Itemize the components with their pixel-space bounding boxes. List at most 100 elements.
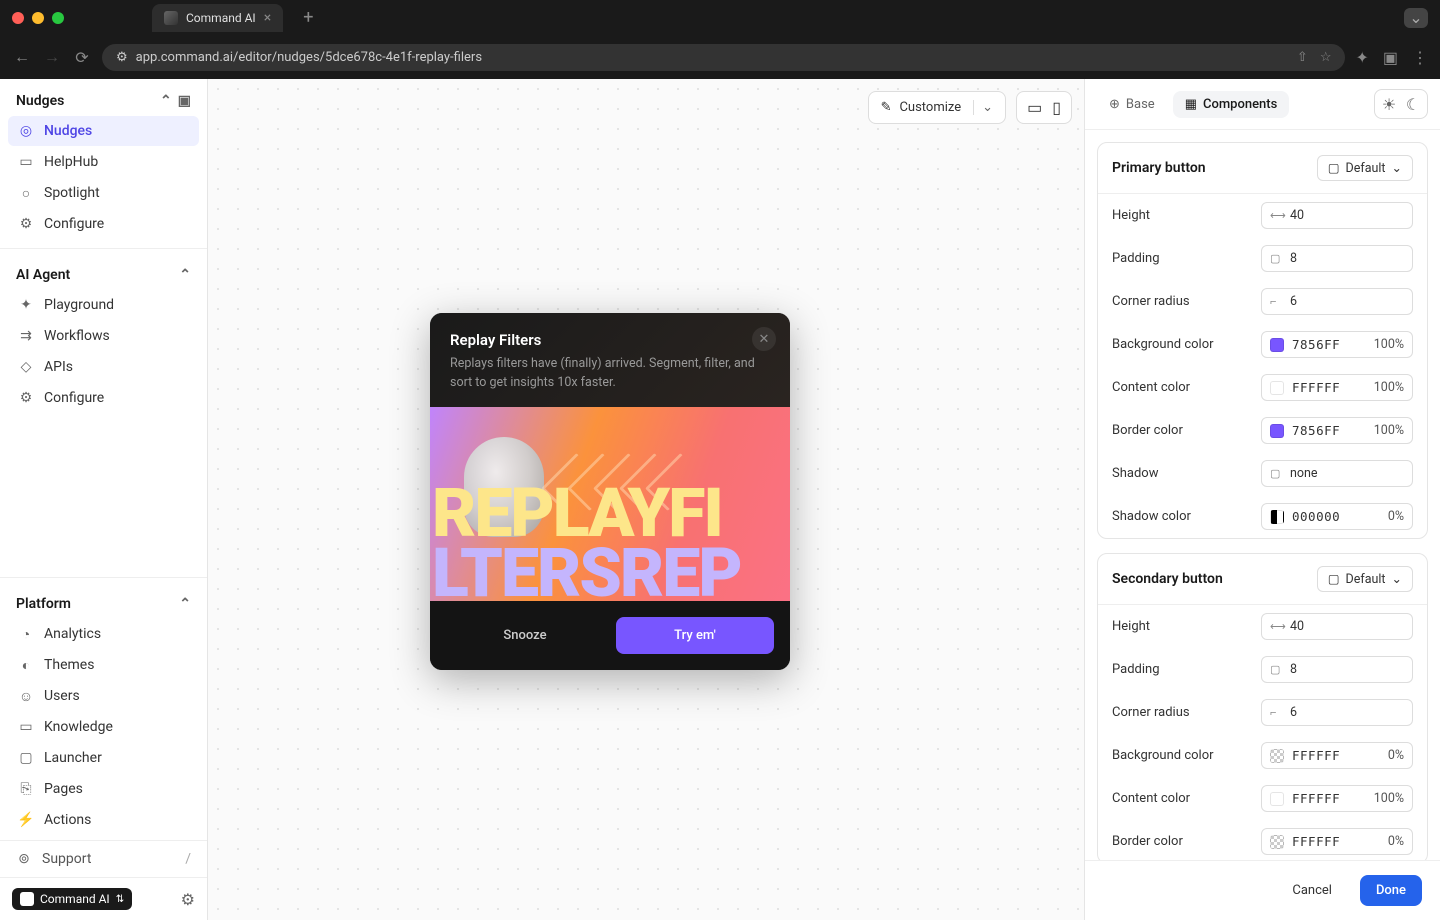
variant-dropdown[interactable]: ▢ Default ⌄ (1317, 155, 1413, 181)
chevron-updown-icon: ⇅ (116, 894, 124, 905)
shadow-icon: ▢ (1270, 467, 1284, 480)
corner-input[interactable]: ⌐6 (1261, 288, 1413, 315)
sidebar-item-analytics[interactable]: ◔ Analytics (8, 619, 199, 649)
shadow-input[interactable]: ▢none (1261, 460, 1413, 487)
sidebar-item-configure-nudges[interactable]: ⚙ Configure (8, 209, 199, 239)
color-swatch (1270, 424, 1284, 438)
contentcolor-input[interactable]: FFFFFF100% (1261, 785, 1413, 812)
padding-input[interactable]: ▢8 (1261, 245, 1413, 272)
address-bar[interactable]: ⚙ app.command.ai/editor/nudges/5dce678c-… (102, 44, 1345, 71)
sidebar-item-nudges[interactable]: ◎ Nudges (8, 116, 199, 146)
sidebar-item-label: Configure (44, 216, 104, 232)
maximize-window[interactable] (52, 12, 64, 24)
snooze-button[interactable]: Snooze (446, 617, 604, 654)
sidebar-section-ai-agent[interactable]: AI Agent ⌃ (8, 261, 199, 289)
browser-toolbar: ← → ⟳ ⚙ app.command.ai/editor/nudges/5dc… (0, 35, 1440, 79)
sun-icon[interactable]: ☀ (1379, 94, 1399, 114)
height-input[interactable]: ⟷40 (1261, 613, 1413, 640)
cancel-button[interactable]: Cancel (1276, 875, 1348, 906)
tab-label: Components (1203, 97, 1277, 112)
minimize-window[interactable] (32, 12, 44, 24)
sidebar-item-support[interactable]: ⊚Support / (0, 840, 207, 877)
customize-button[interactable]: ✎ Customize ⌄ (868, 91, 1007, 124)
sidebar-item-launcher[interactable]: ▢ Launcher (8, 743, 199, 773)
sidebar-section-platform[interactable]: Platform ⌃ (8, 590, 199, 618)
sidebar-item-configure-agent[interactable]: ⚙ Configure (8, 383, 199, 413)
bordercolor-input[interactable]: 7856FF100% (1261, 417, 1413, 444)
book-icon: ▭ (18, 719, 34, 735)
field-label: Background color (1112, 337, 1214, 352)
height-input[interactable]: ⟷40 (1261, 202, 1413, 229)
reload-button[interactable]: ⟳ (72, 48, 92, 67)
field-label: Corner radius (1112, 705, 1190, 720)
sidebar-item-spotlight[interactable]: ○ Spotlight (8, 178, 199, 208)
moon-icon[interactable]: ☾ (1403, 94, 1423, 114)
bookmark-icon[interactable]: ☆ (1320, 50, 1332, 65)
color-swatch (1270, 338, 1284, 352)
forward-button[interactable]: → (42, 47, 62, 67)
sidebar-section-nudges[interactable]: Nudges ⌃ ▣ (8, 87, 199, 115)
field-value: 40 (1290, 619, 1304, 634)
globe-icon: ⊕ (1109, 97, 1120, 112)
sidebar-item-label: Actions (44, 812, 91, 828)
extensions-icon[interactable]: ✦ (1355, 48, 1368, 67)
tab-base[interactable]: ⊕ Base (1097, 91, 1167, 118)
chevron-down-icon[interactable]: ⌄ (973, 100, 993, 115)
tab-components[interactable]: ▦ Components (1173, 91, 1290, 118)
sidepanel-icon[interactable]: ▣ (1383, 48, 1398, 67)
color-swatch (1270, 792, 1284, 806)
users-icon: ☺ (18, 688, 34, 704)
sidebar-item-workflows[interactable]: ⇉ Workflows (8, 321, 199, 351)
shadowcolor-input[interactable]: 0000000% (1261, 503, 1413, 530)
chevron-up-icon[interactable]: ⌃ (179, 596, 191, 612)
close-window[interactable] (12, 12, 24, 24)
back-button[interactable]: ← (12, 47, 32, 67)
group-title: Primary button (1112, 160, 1206, 176)
chevron-up-icon[interactable]: ⌃ (160, 93, 172, 109)
workflow-icon: ⇉ (18, 328, 34, 344)
chevron-up-icon[interactable]: ⌃ (179, 267, 191, 283)
rocket-icon: ▢ (18, 750, 34, 766)
share-icon[interactable]: ⇧ (1297, 50, 1308, 65)
sidebar-item-helphub[interactable]: ▭ HelpHub (8, 147, 199, 177)
contentcolor-input[interactable]: FFFFFF100% (1261, 374, 1413, 401)
sidebar-item-playground[interactable]: ✦ Playground (8, 290, 199, 320)
done-button[interactable]: Done (1360, 875, 1422, 906)
url-text: app.command.ai/editor/nudges/5dce678c-4e… (136, 50, 482, 65)
panel-icon[interactable]: ▣ (178, 93, 191, 109)
nudge-hero-image: REPLAYFI LTERSREP (430, 407, 790, 601)
bgcolor-input[interactable]: FFFFFF0% (1261, 742, 1413, 769)
section-title: AI Agent (16, 267, 70, 283)
sidebar-item-pages[interactable]: ⎘ Pages (8, 774, 199, 804)
square-icon: ▢ (1328, 571, 1340, 587)
browser-menu-icon[interactable]: ⋮ (1412, 48, 1428, 67)
variant-dropdown[interactable]: ▢ Default ⌄ (1317, 566, 1413, 592)
color-hex: FFFFFF (1292, 834, 1340, 849)
bgcolor-input[interactable]: 7856FF100% (1261, 331, 1413, 358)
settings-icon[interactable]: ⚙ (181, 890, 195, 909)
browser-overflow-menu[interactable]: ⌄ (1404, 8, 1428, 28)
desktop-icon[interactable]: ▭ (1027, 98, 1042, 117)
square-icon: ▢ (1328, 160, 1340, 176)
corner-input[interactable]: ⌐6 (1261, 699, 1413, 726)
sidebar-item-knowledge[interactable]: ▭ Knowledge (8, 712, 199, 742)
close-icon[interactable]: ✕ (752, 327, 776, 351)
sidebar-item-label: Analytics (44, 626, 101, 642)
browser-tab[interactable]: Command AI × (152, 4, 283, 32)
try-button[interactable]: Try em' (616, 617, 774, 654)
mobile-icon[interactable]: ▯ (1052, 98, 1061, 117)
padding-input[interactable]: ▢8 (1261, 656, 1413, 683)
sidebar-item-users[interactable]: ☺ Users (8, 681, 199, 711)
editor-canvas[interactable]: ✎ Customize ⌄ ▭ ▯ Replay Filters Replays… (208, 79, 1084, 920)
bordercolor-input[interactable]: FFFFFF0% (1261, 828, 1413, 855)
field-label: Padding (1112, 662, 1160, 677)
sidebar-item-actions[interactable]: ⚡ Actions (8, 805, 199, 835)
sidebar-item-label: Knowledge (44, 719, 113, 735)
sidebar-item-themes[interactable]: ◐ Themes (8, 650, 199, 680)
new-tab-button[interactable]: + (291, 7, 325, 28)
close-tab-icon[interactable]: × (264, 10, 271, 26)
site-settings-icon[interactable]: ⚙ (116, 50, 128, 65)
sidebar-item-label: HelpHub (44, 154, 98, 170)
sidebar-item-apis[interactable]: ◇ APIs (8, 352, 199, 382)
workspace-switcher[interactable]: Command AI ⇅ (12, 888, 132, 910)
